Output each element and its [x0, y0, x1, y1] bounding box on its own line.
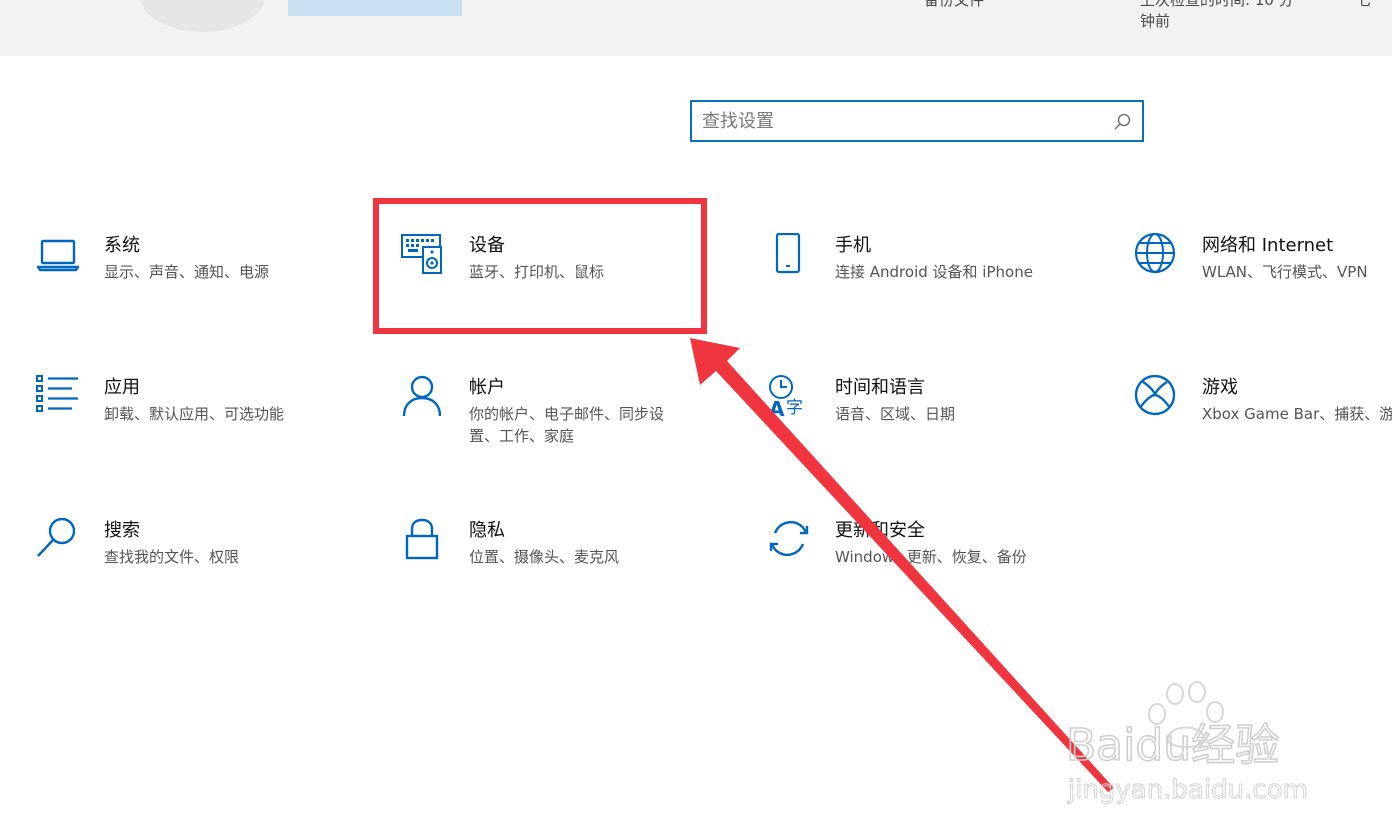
- tile-desc: 连接 Android 设备和 iPhone: [835, 263, 1033, 281]
- laptop-icon: [36, 239, 80, 272]
- tile-search[interactable]: 搜索 查找我的文件、权限: [36, 518, 356, 628]
- search-icon: [37, 518, 76, 557]
- tile-desc: Xbox Game Bar、捕获、游戏模式: [1202, 405, 1392, 423]
- blurred-banner: [288, 0, 462, 16]
- blurred-avatar: [140, 0, 265, 32]
- tile-title: 系统: [104, 235, 140, 256]
- tile-title: 网络和 Internet: [1202, 235, 1334, 256]
- header-extra-text: 七: [1356, 0, 1372, 9]
- highlight-box: [373, 198, 707, 334]
- globe-icon: [1134, 233, 1176, 274]
- magnifier-icon[interactable]: [1112, 112, 1132, 132]
- tile-desc: Windows 更新、恢复、备份: [835, 548, 1027, 566]
- tile-title: 时间和语言: [835, 377, 925, 398]
- header-update-text-cont: 钟前: [1140, 12, 1171, 30]
- watermark-brand: Baidu经验: [1066, 720, 1279, 771]
- tile-update-security[interactable]: 更新和安全 Windows 更新、恢复、备份: [767, 518, 1087, 628]
- person-icon: [402, 375, 442, 417]
- tile-desc: WLAN、飞行模式、VPN: [1202, 263, 1368, 281]
- tile-accounts[interactable]: 帐户 你的帐户、电子邮件、同步设置、工作、家庭: [401, 375, 721, 485]
- tile-gaming[interactable]: 游戏 Xbox Game Bar、捕获、游戏模式: [1134, 375, 1392, 485]
- tile-desc: 语音、区域、日期: [835, 405, 956, 423]
- tile-time-language[interactable]: A 字 时间和语言 语音、区域、日期: [767, 375, 1087, 485]
- svg-text:字: 字: [786, 398, 803, 418]
- tile-title: 手机: [835, 235, 871, 256]
- tile-title: 游戏: [1202, 377, 1238, 398]
- time-language-icon: A 字: [769, 375, 803, 419]
- baidu-watermark: Baidu经验 jingyan.baidu.com: [1065, 681, 1308, 806]
- settings-search-box[interactable]: [690, 100, 1144, 142]
- tile-desc: 你的帐户、电子邮件、同步设置、工作、家庭: [469, 405, 665, 445]
- search-input[interactable]: [702, 108, 1102, 134]
- tile-title: 隐私: [469, 520, 505, 541]
- header-update-text[interactable]: 上次检查的时间: 10 分: [1140, 0, 1294, 10]
- top-header-strip: 备份文件 上次检查的时间: 10 分 钟前 七: [0, 0, 1392, 56]
- tile-desc: 卸载、默认应用、可选功能: [104, 405, 285, 423]
- lock-icon: [405, 518, 439, 560]
- app-list-icon: [36, 375, 78, 412]
- tile-desc: 位置、摄像头、麦克风: [469, 548, 620, 566]
- tile-title: 搜索: [104, 520, 140, 541]
- header-backup-text[interactable]: 备份文件: [924, 0, 984, 10]
- sync-icon: [769, 521, 809, 556]
- tile-apps[interactable]: 应用 卸载、默认应用、可选功能: [36, 375, 356, 485]
- watermark-url: jingyan.baidu.com: [1067, 775, 1308, 805]
- tile-network[interactable]: 网络和 Internet WLAN、飞行模式、VPN: [1134, 233, 1392, 343]
- svg-text:A: A: [769, 397, 785, 419]
- xbox-icon: [1134, 375, 1176, 416]
- tile-desc: 显示、声音、通知、电源: [104, 263, 270, 281]
- tile-title: 应用: [104, 377, 140, 398]
- tile-title: 帐户: [469, 377, 505, 398]
- phone-icon: [775, 233, 801, 274]
- tile-title: 更新和安全: [835, 520, 925, 541]
- tile-privacy[interactable]: 隐私 位置、摄像头、麦克风: [401, 518, 721, 628]
- tile-desc: 查找我的文件、权限: [104, 548, 240, 566]
- tile-phone[interactable]: 手机 连接 Android 设备和 iPhone: [767, 233, 1087, 343]
- tile-system[interactable]: 系统 显示、声音、通知、电源: [36, 233, 356, 343]
